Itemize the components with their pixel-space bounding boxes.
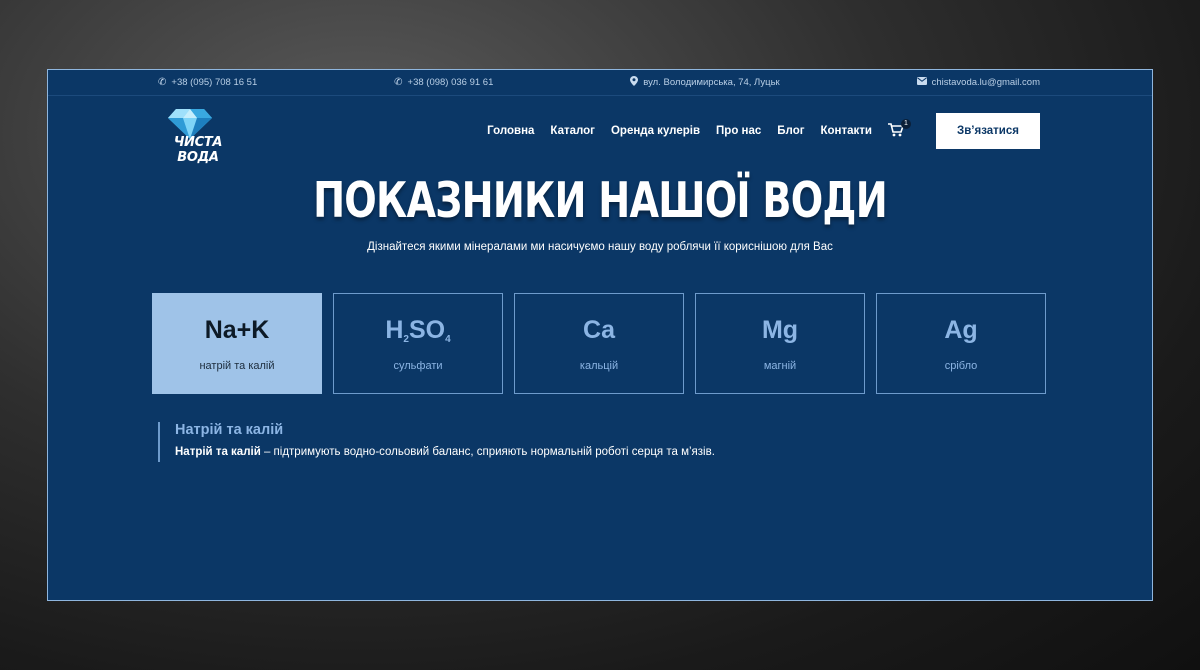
description-bold: Натрій та калій [175,446,261,458]
tab-label: срібло [944,359,978,372]
menu-item-home[interactable]: Головна [487,125,534,137]
top-contact-bar: ✆ +38 (095) 708 16 51 ✆ +38 (098) 036 91… [48,70,1152,96]
description-text: Натрій та калій – підтримують водно-соль… [175,446,1152,458]
symbol-subscript: 2 [403,333,409,345]
main-navigation: ЧИСТА ВОДА Головна Каталог Оренда кулері… [48,96,1152,166]
tab-symbol: Na+K [204,315,270,344]
email-link[interactable]: chistavoda.lu@gmail.com [916,77,1040,88]
phone-text-2: +38 (098) 036 91 61 [407,77,494,88]
mineral-tabs: Na+K натрій та калій H 2 SO 4 сульфати Ca к… [48,293,1152,394]
tab-sulfates[interactable]: H 2 SO 4 сульфати [333,293,503,394]
logo-text: ЧИСТА ВОДА [173,135,223,165]
tab-magnesium[interactable]: Mg магній [695,293,865,394]
email-text: chistavoda.lu@gmail.com [931,77,1040,88]
location-pin-icon [630,76,639,89]
tab-sodium-potassium[interactable]: Na+K натрій та калій [152,293,322,394]
tab-label: кальцій [579,359,619,372]
mineral-description: Натрій та калій Натрій та калій – підтри… [158,422,1152,462]
tab-silver[interactable]: Ag срібло [876,293,1046,394]
menu-item-contacts[interactable]: Контакти [821,125,872,137]
tab-calcium[interactable]: Ca кальцій [514,293,684,394]
symbol-part: H [385,315,404,344]
tab-label: магній [763,359,797,372]
phone-text-1: +38 (095) 708 16 51 [171,77,258,88]
menu-item-cooler-rent[interactable]: Оренда кулерів [611,125,700,137]
address-link[interactable]: вул. Володимирська, 74, Луцьк [630,76,780,89]
logo[interactable]: ЧИСТА ВОДА [158,107,238,165]
mail-icon [916,77,927,88]
phone-icon: ✆ [394,77,403,88]
page-subtitle: Дізнайтеся якими мінералами ми насичуємо… [367,241,833,253]
phone-icon: ✆ [158,77,167,88]
tab-label: натрій та калій [199,359,275,372]
menu: Головна Каталог Оренда кулерів Про нас Б… [487,113,1040,149]
description-body: – підтримують водно-сольовий баланс, спр… [260,446,715,458]
phone-link-1[interactable]: ✆ +38 (095) 708 16 51 [158,77,257,88]
symbol-part: SO [408,315,446,344]
site-frame: ✆ +38 (095) 708 16 51 ✆ +38 (098) 036 91… [47,69,1153,601]
contact-button[interactable]: Зв’язатися [936,113,1040,149]
page-title: ПОКАЗНИКИ НАШОЇ ВОДИ [313,172,888,229]
address-text: вул. Володимирська, 74, Луцьк [643,77,780,88]
tab-symbol: H 2 SO 4 [385,316,450,350]
tab-symbol: Ca [583,315,615,344]
menu-item-blog[interactable]: Блог [777,125,804,137]
tab-label: сульфати [393,359,443,372]
menu-item-catalog[interactable]: Каталог [550,125,595,137]
tab-symbol: Mg [761,315,799,344]
tab-symbol: Ag [944,315,978,344]
cart-count-badge: 1 [901,118,911,129]
description-title: Натрій та калій [175,422,284,438]
cart-button[interactable]: 1 [888,118,911,140]
phone-link-2[interactable]: ✆ +38 (098) 036 91 61 [394,77,493,88]
symbol-subscript: 4 [445,333,451,345]
menu-item-about[interactable]: Про нас [716,125,761,137]
